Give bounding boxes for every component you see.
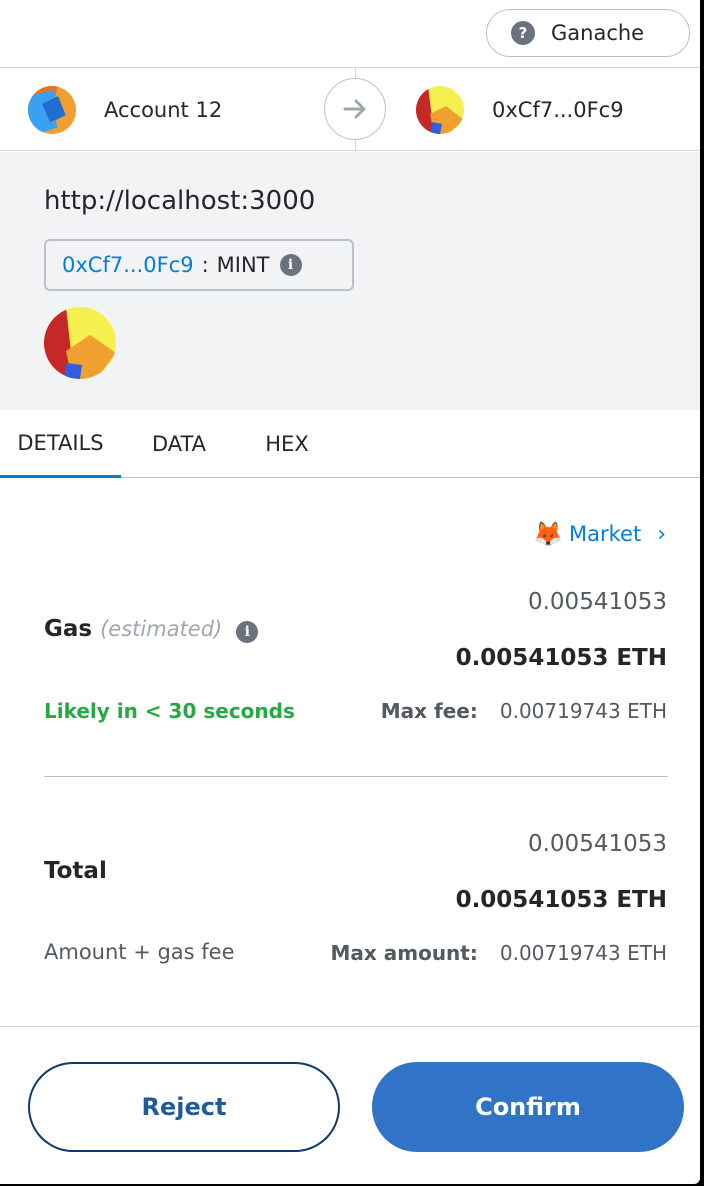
recipient-address: 0xCf7...0Fc9 <box>492 98 624 122</box>
sender-account[interactable]: Account 12 <box>28 68 222 152</box>
contract-identicon <box>44 307 116 379</box>
method-name: MINT <box>216 253 270 277</box>
tab-hex[interactable]: HEX <box>252 410 322 478</box>
total-label: Total <box>44 858 107 884</box>
gas-secondary-value: 0.00541053 <box>527 589 667 615</box>
max-fee-line: Max fee: 0.00719743 ETH <box>381 699 667 723</box>
info-icon[interactable]: i <box>279 254 302 276</box>
arrow-right-icon <box>324 78 386 140</box>
total-subtitle: Amount + gas fee <box>44 940 235 964</box>
gas-title: Gas <box>44 616 93 642</box>
chevron-right-icon: › <box>657 521 666 547</box>
gas-primary-value: 0.00541053 ETH <box>455 645 667 671</box>
gas-label: Gas (estimated) i <box>44 616 259 643</box>
confirm-button[interactable]: Confirm <box>372 1062 684 1152</box>
confirm-transaction-panel: ? Ganache Account 12 0xCf7...0Fc9 http:/… <box>0 0 700 1184</box>
action-footer: Reject Confirm <box>0 1026 700 1184</box>
recipient-account[interactable]: 0xCf7...0Fc9 <box>416 68 624 152</box>
network-selector[interactable]: ? Ganache <box>486 9 690 57</box>
gas-timing-estimate: Likely in < 30 seconds <box>44 699 295 723</box>
tab-data[interactable]: DATA <box>136 410 222 478</box>
transaction-origin-section: http://localhost:3000 0xCf7...0Fc9 : MIN… <box>0 152 700 410</box>
market-label: Market <box>569 522 642 546</box>
max-amount-label: Max amount: <box>330 941 478 965</box>
total-primary-value: 0.00541053 ETH <box>455 887 667 913</box>
sender-identicon <box>28 86 76 134</box>
max-fee-label: Max fee: <box>380 699 478 723</box>
total-secondary-value: 0.00541053 <box>527 831 667 857</box>
max-amount-value: 0.00719743 ETH <box>499 941 667 965</box>
gas-info-icon[interactable]: i <box>236 621 259 643</box>
origin-url: http://localhost:3000 <box>44 186 316 216</box>
contract-address-link[interactable]: 0xCf7...0Fc9 <box>62 253 194 277</box>
reject-button[interactable]: Reject <box>28 1062 340 1152</box>
contract-method-box: 0xCf7...0Fc9 : MINT i <box>44 239 354 291</box>
method-separator: : <box>201 253 209 277</box>
tab-bar: DETAILS DATA HEX <box>0 410 700 478</box>
section-divider <box>44 776 668 777</box>
sender-account-name: Account 12 <box>104 98 223 122</box>
network-name: Ganache <box>551 21 645 45</box>
help-icon: ? <box>511 21 535 45</box>
market-fee-link[interactable]: 🦊 Market › <box>533 520 666 548</box>
sender-recipient-bar: Account 12 0xCf7...0Fc9 <box>0 67 700 152</box>
tab-details[interactable]: DETAILS <box>0 410 121 478</box>
max-amount-line: Max amount: 0.00719743 ETH <box>330 941 667 965</box>
recipient-identicon <box>416 86 464 134</box>
fox-icon: 🦊 <box>533 520 563 548</box>
gas-qualifier: (estimated) <box>100 617 223 641</box>
max-fee-value: 0.00719743 ETH <box>499 699 667 723</box>
